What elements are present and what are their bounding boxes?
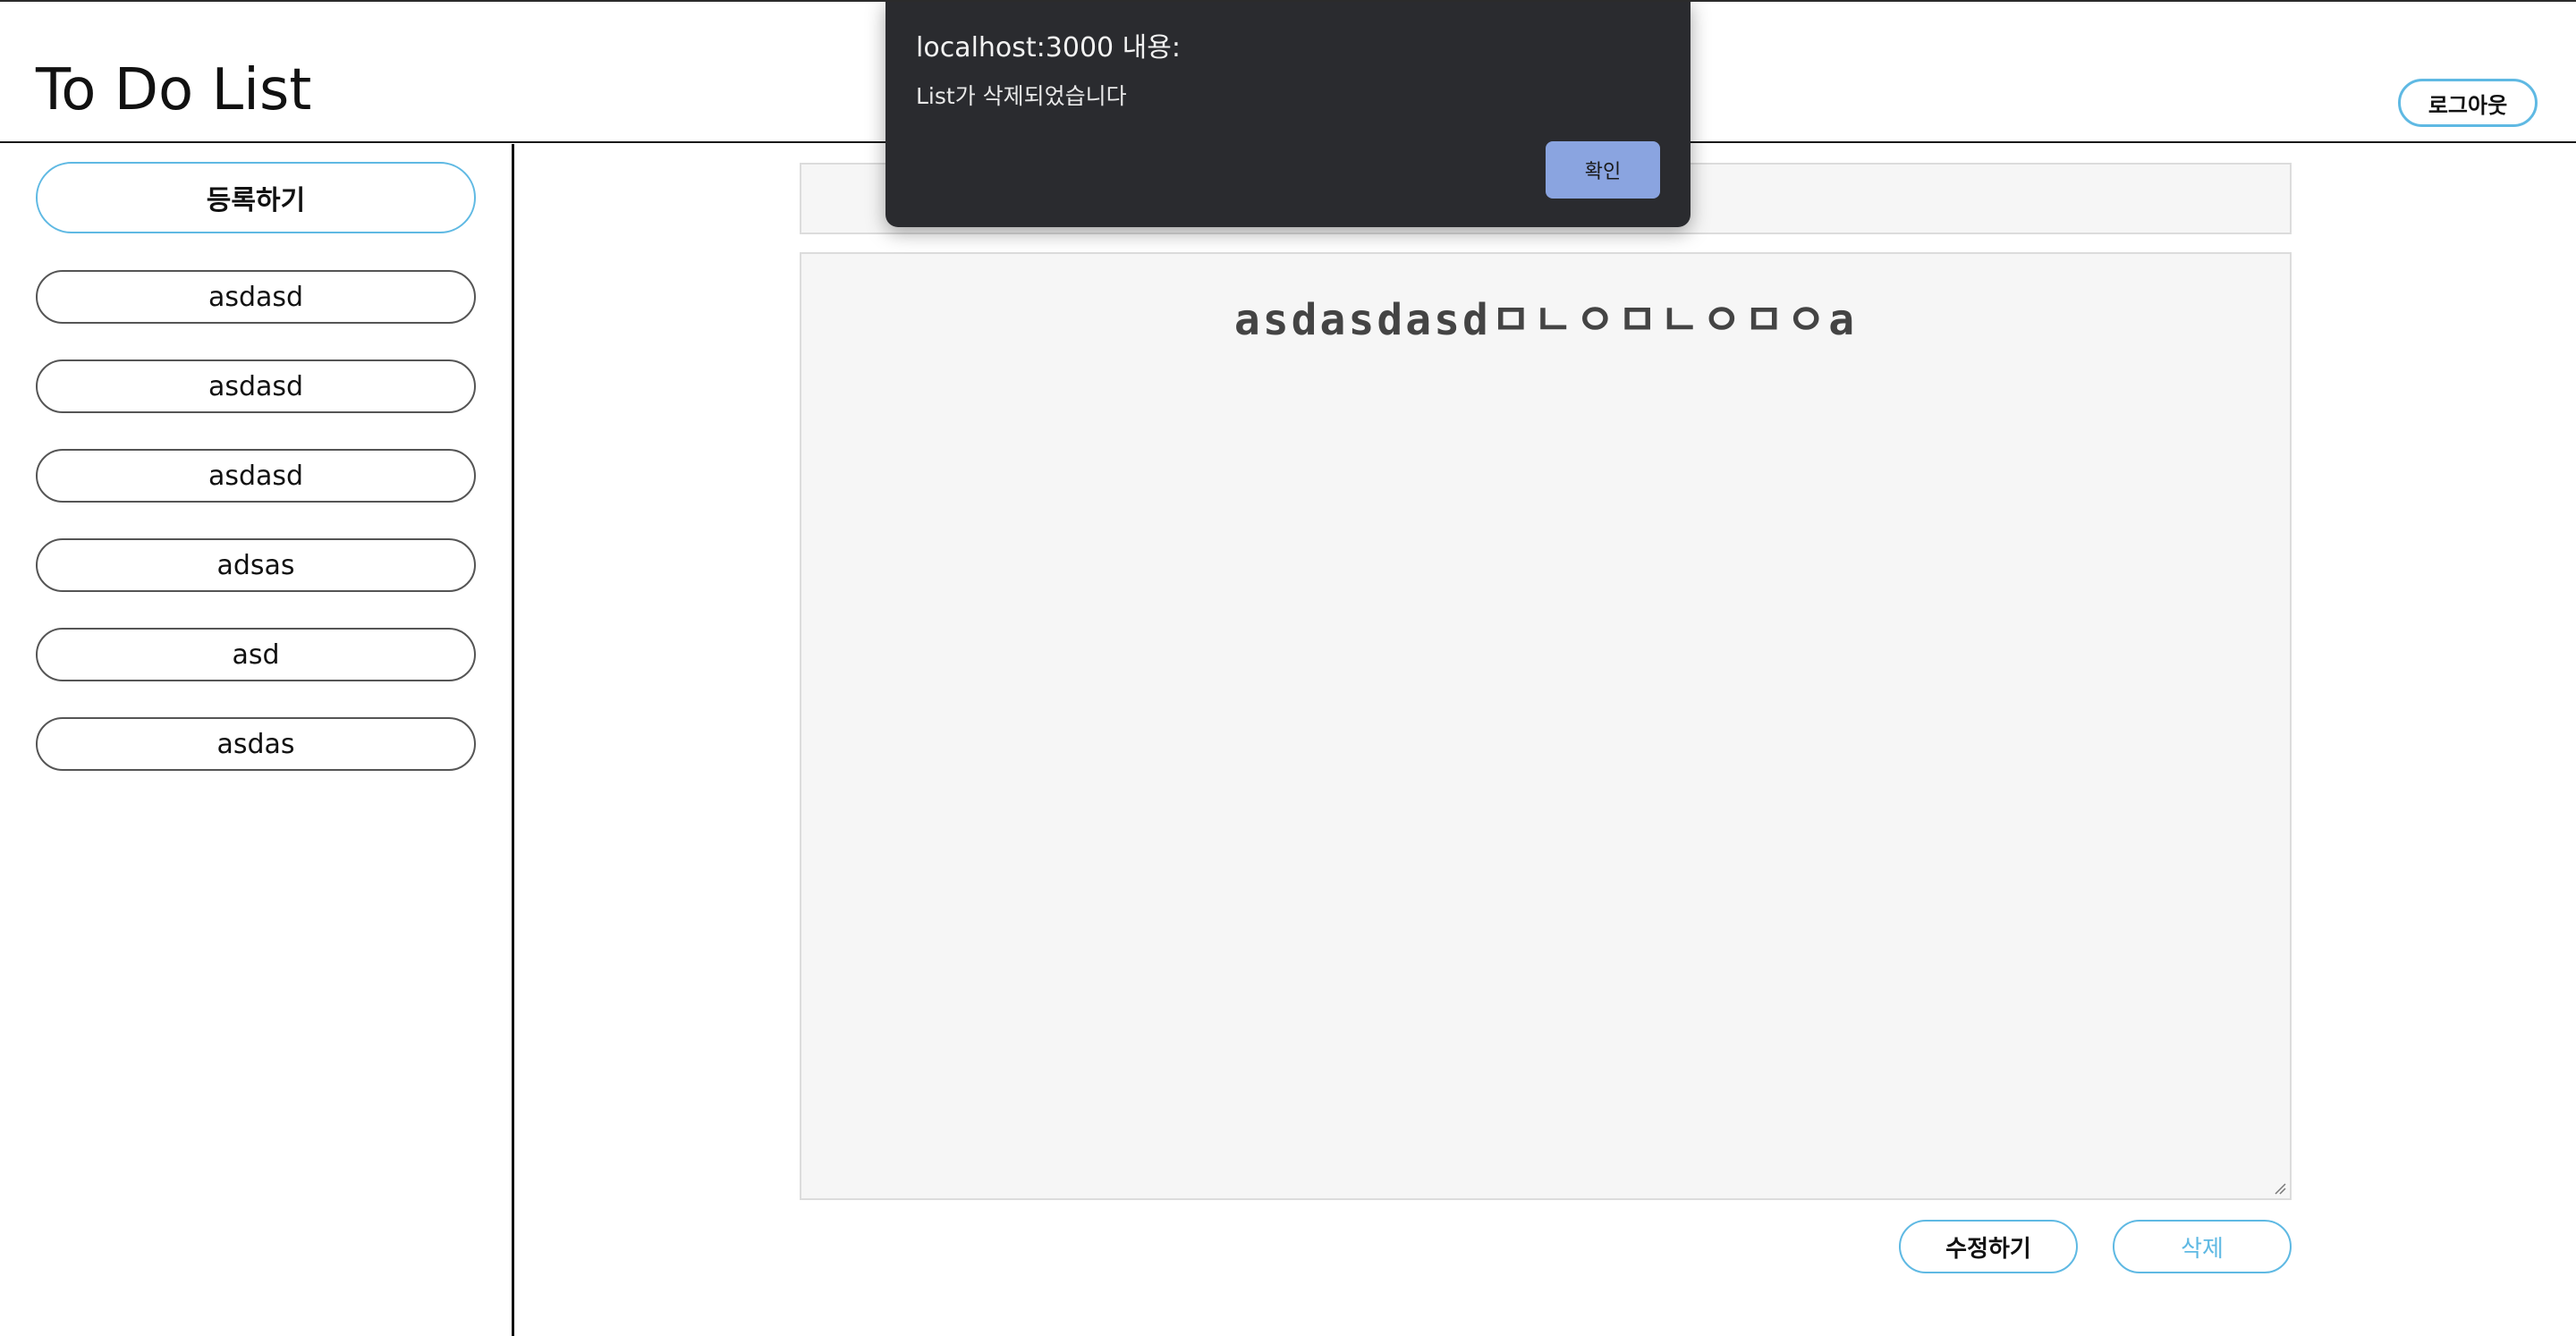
alert-dialog: localhost:3000 내용: List가 삭제되었습니다 확인 bbox=[886, 0, 1690, 227]
todo-item[interactable]: asdasd bbox=[36, 359, 476, 413]
alert-ok-button[interactable]: 확인 bbox=[1546, 141, 1660, 199]
edit-button[interactable]: 수정하기 bbox=[1899, 1220, 2078, 1273]
todo-item[interactable]: asdasd bbox=[36, 449, 476, 503]
todo-item[interactable]: asdasd bbox=[36, 270, 476, 324]
app-title: To Do List bbox=[36, 57, 312, 123]
resize-handle-icon[interactable] bbox=[2274, 1182, 2286, 1195]
alert-message: List가 삭제되었습니다 bbox=[916, 83, 1127, 109]
content-text: asdasdasdㅁㄴㅇㅁㄴㅇㅁㅇa bbox=[1233, 295, 1858, 345]
page: To Do List 로그아웃 등록하기 asdasd asdasd asdas… bbox=[0, 0, 2576, 1336]
top-border bbox=[0, 0, 2576, 2]
todo-item[interactable]: asd bbox=[36, 628, 476, 681]
todo-item[interactable]: adsas bbox=[36, 538, 476, 592]
todo-list: asdasd asdasd asdasd adsas asd asdas bbox=[36, 270, 476, 807]
sidebar-divider bbox=[512, 144, 514, 1336]
delete-button[interactable]: 삭제 bbox=[2113, 1220, 2292, 1273]
content-textarea[interactable]: asdasdasdㅁㄴㅇㅁㄴㅇㅁㅇa bbox=[800, 252, 2292, 1200]
logout-button[interactable]: 로그아웃 bbox=[2398, 79, 2538, 127]
register-button[interactable]: 등록하기 bbox=[36, 162, 476, 233]
alert-title: localhost:3000 내용: bbox=[916, 32, 1181, 63]
todo-item[interactable]: asdas bbox=[36, 717, 476, 771]
